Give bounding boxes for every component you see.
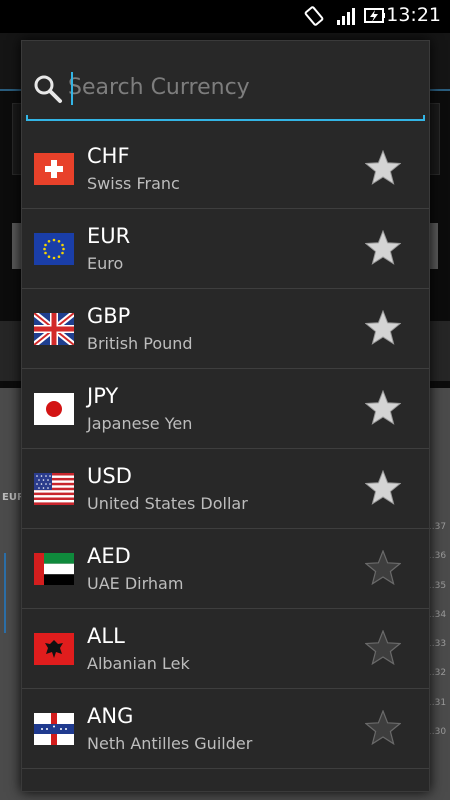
search-icon	[34, 75, 62, 103]
battery-charging-icon	[364, 8, 385, 23]
currency-code: ALL	[87, 624, 125, 648]
currency-picker-dialog: CHF Swiss Franc EUR Euro	[21, 40, 430, 792]
list-item-usd[interactable]: USD United States Dollar	[22, 449, 429, 529]
favorite-star-outline-icon[interactable]	[365, 710, 401, 746]
currency-name: Neth Antilles Guilder	[87, 734, 253, 753]
list-item-eur[interactable]: EUR Euro	[22, 209, 429, 289]
uae-flag-icon	[34, 553, 74, 585]
favorite-star-icon[interactable]	[365, 390, 401, 426]
eu-flag-icon	[34, 233, 74, 265]
currency-name: Swiss Franc	[87, 174, 180, 193]
usa-flag-icon	[34, 473, 74, 505]
japan-flag-icon	[34, 393, 74, 425]
favorite-star-icon[interactable]	[365, 470, 401, 506]
currency-code: USD	[87, 464, 132, 488]
list-item-gbp[interactable]: GBP British Pound	[22, 289, 429, 369]
currency-code: EUR	[87, 224, 131, 248]
currency-list: CHF Swiss Franc EUR Euro GBP British Pou…	[22, 129, 429, 769]
albania-flag-icon	[34, 633, 74, 665]
list-item-aed[interactable]: AED UAE Dirham	[22, 529, 429, 609]
currency-code: JPY	[87, 384, 119, 408]
list-item-jpy[interactable]: JPY Japanese Yen	[22, 369, 429, 449]
currency-code: ANG	[87, 704, 134, 728]
favorite-star-icon[interactable]	[365, 310, 401, 346]
currency-code: GBP	[87, 304, 131, 328]
favorite-star-icon[interactable]	[365, 150, 401, 186]
status-bar: 13:21	[0, 0, 450, 33]
auto-rotate-icon	[304, 6, 324, 26]
currency-name: UAE Dirham	[87, 574, 184, 593]
clock: 13:21	[386, 4, 441, 26]
favorite-star-outline-icon[interactable]	[365, 550, 401, 586]
currency-name: Euro	[87, 254, 124, 273]
currency-code: CHF	[87, 144, 130, 168]
favorite-star-outline-icon[interactable]	[365, 630, 401, 666]
currency-code: AED	[87, 544, 131, 568]
search-input[interactable]	[68, 69, 418, 105]
favorite-star-icon[interactable]	[365, 230, 401, 266]
search-bar	[26, 47, 425, 121]
list-item-chf[interactable]: CHF Swiss Franc	[22, 129, 429, 209]
switzerland-flag-icon	[34, 153, 74, 185]
netherlands-antilles-flag-icon	[34, 713, 74, 745]
uk-flag-icon	[34, 313, 74, 345]
list-item-all[interactable]: ALL Albanian Lek	[22, 609, 429, 689]
currency-name: United States Dollar	[87, 494, 248, 513]
currency-name: Japanese Yen	[87, 414, 193, 433]
list-item-ang[interactable]: ANG Neth Antilles Guilder	[22, 689, 429, 769]
currency-name: Albanian Lek	[87, 654, 190, 673]
text-cursor	[71, 72, 73, 105]
signal-icon	[337, 8, 355, 25]
currency-name: British Pound	[87, 334, 193, 353]
